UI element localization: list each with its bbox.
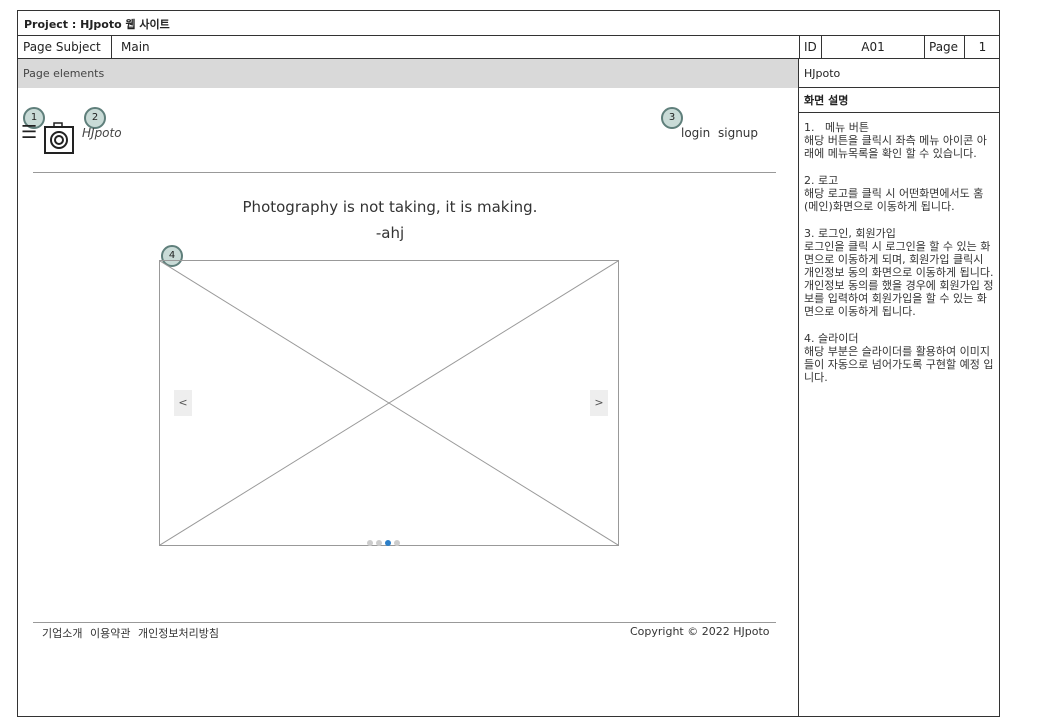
footer-link-terms[interactable]: 이용약관: [90, 625, 130, 641]
page-elements-label: Page elements: [18, 59, 799, 88]
logo-text[interactable]: HJpoto: [82, 126, 122, 140]
section-title: 1. 메뉴 버튼: [804, 121, 869, 134]
copyright-text: Copyright © 2022 HJpoto: [630, 625, 770, 638]
footer-divider: [33, 622, 776, 623]
footer-link-company[interactable]: 기업소개: [42, 625, 82, 641]
section-title: 2. 로고: [804, 174, 839, 187]
header-divider: [33, 172, 776, 173]
login-link[interactable]: login: [681, 126, 710, 140]
quote-line-2: -ahj: [375, 224, 405, 242]
panel-divider: [798, 59, 799, 716]
slider-dot[interactable]: [376, 540, 382, 546]
description-section: 4. 슬라이더 해당 부분은 슬라이더를 활용하여 이미지들이 자동으로 넘어가…: [804, 332, 997, 384]
slider-dot[interactable]: [394, 540, 400, 546]
slider-dot-active[interactable]: [385, 540, 391, 546]
project-title: Project : HJpoto 웹 사이트: [24, 18, 170, 31]
page-value: 1: [964, 36, 1000, 58]
section-body: 해당 버튼을 클릭시 좌측 메뉴 아이콘 아래에 메뉴목록을 확인 할 수 있습…: [804, 134, 987, 160]
quote-line-1: Photography is not taking, it is making.: [242, 198, 538, 216]
subject-label: Page Subject: [23, 40, 101, 54]
description-section: 3. 로그인, 회원가입 로그인을 클릭 시 로그인을 할 수 있는 화면으로 …: [804, 227, 997, 318]
slider-next-button[interactable]: >: [590, 390, 608, 416]
description-panel: 1. 메뉴 버튼 해당 버튼을 클릭시 좌측 메뉴 아이콘 아래에 메뉴목록을 …: [804, 121, 997, 398]
id-value: A01: [821, 36, 924, 58]
slider-dot[interactable]: [367, 540, 373, 546]
description-title: 화면 설명: [799, 88, 999, 113]
slider-prev-button[interactable]: <: [174, 390, 192, 416]
image-slider[interactable]: < >: [159, 260, 619, 546]
signup-link[interactable]: signup: [718, 126, 758, 140]
section-body: 해당 부분은 슬라이더를 활용하여 이미지들이 자동으로 넘어가도록 구현할 예…: [804, 345, 994, 384]
project-title-row: Project : HJpoto 웹 사이트: [18, 11, 999, 36]
meta-row: Page Subject Main ID A01 Page 1: [18, 36, 999, 59]
section-title: 4. 슬라이더: [804, 332, 859, 345]
hamburger-icon[interactable]: ☰: [21, 122, 37, 143]
description-section: 1. 메뉴 버튼 해당 버튼을 클릭시 좌측 메뉴 아이콘 아래에 메뉴목록을 …: [804, 121, 997, 160]
slider-indicators: [367, 531, 403, 550]
camera-icon[interactable]: [42, 115, 76, 159]
section-body: 로그인을 클릭 시 로그인을 할 수 있는 화면으로 이동하게 되며, 회원가입…: [804, 240, 998, 318]
subject-value: Main: [111, 36, 799, 58]
footer-link-privacy[interactable]: 개인정보처리방침: [138, 625, 219, 641]
badge-3: 3: [661, 107, 683, 129]
page-label: Page: [924, 36, 964, 58]
section-body: 해당 로고를 클릭 시 어떤화면에서도 홈(메인)화면으로 이동하게 됩니다.: [804, 187, 984, 213]
description-section: 2. 로고 해당 로고를 클릭 시 어떤화면에서도 홈(메인)화면으로 이동하게…: [804, 174, 997, 213]
image-placeholder: [160, 261, 618, 545]
id-label: ID: [799, 36, 821, 58]
section-title: 3. 로그인, 회원가입: [804, 227, 896, 240]
site-name: HJpoto: [799, 59, 999, 88]
